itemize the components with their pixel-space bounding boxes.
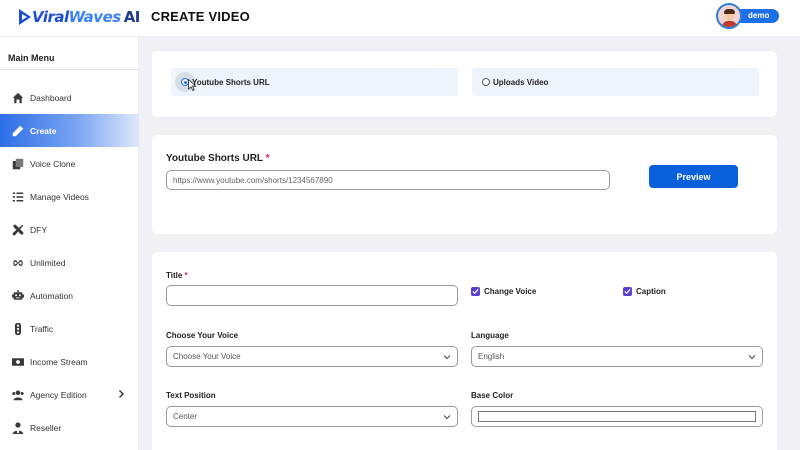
tools-icon (11, 223, 24, 236)
sidebar-item-dashboard[interactable]: Dashboard (0, 81, 139, 114)
sidebar-item-label: Income Stream (30, 356, 88, 367)
sidebar-item-voice-clone[interactable]: Voice Clone (0, 147, 139, 180)
infinity-icon (11, 256, 24, 269)
play-logo-icon (18, 7, 32, 27)
shorts-url-input[interactable] (166, 170, 610, 190)
logo-text-viral: Viral (32, 8, 69, 26)
base-color-swatch[interactable] (478, 411, 756, 422)
text-position-label: Text Position (166, 391, 216, 400)
voice-label: Choose Your Voice (166, 331, 239, 340)
chevron-down-icon (443, 413, 451, 421)
text-position-value: Center (173, 412, 198, 421)
video-settings-card: Title * Change Voice Caption Choose Your… (152, 252, 777, 450)
sidebar-item-agency-edition[interactable]: Agency Edition (0, 378, 139, 411)
sidebar-item-label: Voice Clone (30, 158, 76, 169)
sidebar-item-create[interactable]: Create (0, 114, 139, 147)
sidebar-item-label: Reseller (30, 422, 62, 433)
language-select-value: English (478, 352, 505, 361)
users-icon (11, 388, 24, 401)
user-menu[interactable]: demo (716, 3, 780, 29)
menu-heading: Main Menu (8, 53, 55, 63)
sidebar-item-label: Traffic (30, 323, 54, 334)
required-mark: * (184, 271, 188, 280)
user-tie-icon (11, 421, 24, 434)
sidebar-item-dfy[interactable]: DFY (0, 213, 139, 246)
home-icon (11, 91, 24, 104)
chevron-right-icon[interactable] (117, 389, 127, 399)
page-title: CREATE VIDEO (151, 9, 250, 24)
caption-checkbox[interactable]: Caption (623, 287, 666, 296)
mouse-cursor-icon (188, 79, 197, 91)
change-voice-label: Change Voice (484, 287, 537, 296)
radio-option-upload[interactable]: Uploads Video (472, 68, 759, 96)
voice-select-value: Choose Your Voice (173, 352, 241, 361)
sidebar-item-unlimited[interactable]: Unlimited (0, 246, 139, 279)
base-color-label: Base Color (471, 391, 514, 400)
sidebar-item-label: Agency Edition (30, 389, 87, 400)
sidebar-item-income-stream[interactable]: Income Stream (0, 345, 139, 378)
voice-select[interactable]: Choose Your Voice (166, 346, 458, 367)
radio-label-shorts: Youtube Shorts URL (192, 77, 270, 87)
sidebar-item-traffic[interactable]: Traffic (0, 312, 139, 345)
radio-option-shorts[interactable]: Youtube Shorts URL (171, 68, 458, 96)
radio-label-upload: Uploads Video (493, 77, 549, 87)
url-card: Youtube Shorts URL * Preview (152, 135, 777, 234)
top-bar: Viral Waves AI CREATE VIDEO demo (0, 0, 800, 37)
avatar[interactable] (716, 3, 742, 29)
main-menu: Dashboard Create Voice Clone Manage Vide… (0, 81, 139, 444)
url-label: Youtube Shorts URL * (166, 153, 270, 164)
sidebar-item-manage-videos[interactable]: Manage Videos (0, 180, 139, 213)
language-select[interactable]: English (471, 346, 763, 367)
app-logo[interactable]: Viral Waves AI (18, 5, 140, 29)
list-icon (11, 190, 24, 203)
sidebar-item-label: Unlimited (30, 257, 66, 268)
source-card: Youtube Shorts URL Uploads Video (152, 51, 777, 117)
sidebar-item-label: Create (30, 125, 57, 136)
change-voice-checkbox[interactable]: Change Voice (471, 287, 536, 296)
required-mark: * (265, 153, 270, 164)
text-position-select[interactable]: Center (166, 406, 458, 427)
base-color-picker[interactable] (471, 406, 763, 427)
title-label: Title * (166, 271, 188, 280)
caption-label: Caption (636, 287, 666, 296)
sidebar-item-label: Manage Videos (30, 191, 89, 202)
traffic-light-icon (11, 322, 24, 335)
logo-text-waves: Waves (68, 8, 122, 26)
menu-divider (0, 69, 139, 70)
sidebar-item-reseller[interactable]: Reseller (0, 411, 139, 444)
chevron-down-icon (748, 353, 756, 361)
radio-upload[interactable] (482, 78, 490, 86)
sidebar: Main Menu Dashboard Create Voice Clone M… (0, 37, 139, 450)
logo-text-ai: AI (123, 8, 141, 26)
checkbox-checked-icon[interactable] (471, 287, 480, 296)
preview-button[interactable]: Preview (649, 165, 738, 188)
sidebar-item-label: DFY (30, 224, 47, 235)
robot-icon (11, 289, 24, 302)
sidebar-item-label: Automation (30, 290, 73, 301)
chevron-down-icon (443, 353, 451, 361)
sidebar-item-label: Dashboard (30, 92, 72, 103)
title-input[interactable] (166, 285, 458, 306)
language-label: Language (471, 331, 509, 340)
money-icon (11, 355, 24, 368)
copy-icon (11, 157, 24, 170)
pencil-icon (11, 124, 24, 137)
sidebar-item-automation[interactable]: Automation (0, 279, 139, 312)
checkbox-checked-icon[interactable] (623, 287, 632, 296)
